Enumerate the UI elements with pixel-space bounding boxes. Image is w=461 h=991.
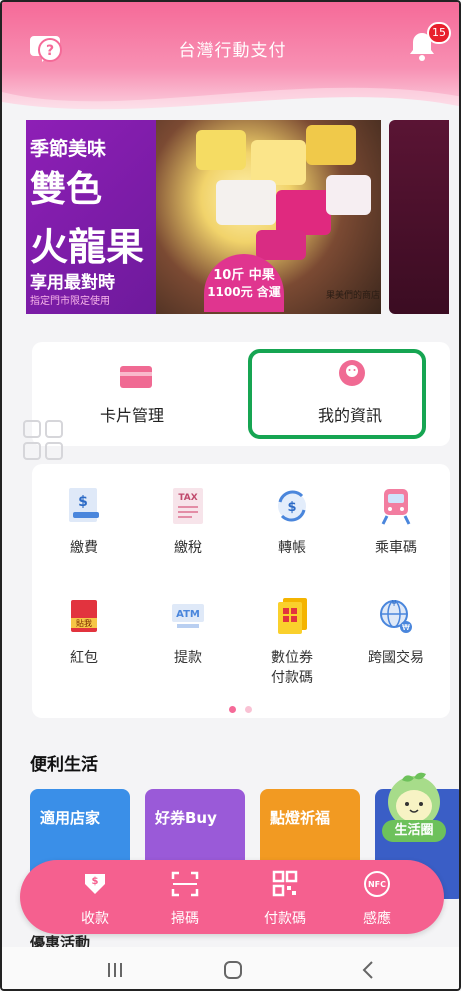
action-label: 付款碼 bbox=[264, 911, 306, 927]
receive-icon: $ bbox=[85, 874, 105, 894]
svg-text:TAX: TAX bbox=[178, 493, 197, 503]
banner-text-panel: 季節美味 雙色 火龍果 享用最對時 指定門市限定使用 bbox=[26, 120, 156, 314]
back-icon[interactable] bbox=[354, 957, 384, 983]
system-nav-bar bbox=[2, 947, 459, 989]
credit-card-icon bbox=[120, 366, 152, 388]
action-scan[interactable]: 掃碼 bbox=[140, 870, 230, 928]
action-pay-code[interactable]: 付款碼 bbox=[240, 870, 330, 928]
header-wave bbox=[2, 87, 459, 117]
page-dot-active bbox=[229, 706, 236, 713]
service-transit-code[interactable]: 乘車碼 bbox=[344, 486, 448, 558]
service-label: 紅包 bbox=[70, 650, 98, 666]
service-tax-payment[interactable]: TAX 繳稅 bbox=[136, 486, 240, 558]
price-line-2: 1100元 含運 bbox=[207, 285, 281, 299]
svg-text:$: $ bbox=[287, 500, 296, 515]
coupon-icon bbox=[278, 598, 307, 634]
page-title: 台灣行動支付 bbox=[178, 41, 287, 61]
mascot-label[interactable]: 生活圈 bbox=[382, 820, 446, 842]
fruit-piece bbox=[276, 190, 331, 235]
home-icon[interactable] bbox=[218, 957, 248, 983]
qr-code-icon bbox=[272, 870, 298, 897]
svg-text:$: $ bbox=[92, 876, 99, 887]
promo-label: 點燈祈福 bbox=[270, 809, 331, 827]
fruit-piece bbox=[256, 230, 306, 260]
service-withdrawal[interactable]: ATM 提款 bbox=[136, 596, 240, 668]
action-label: 掃碼 bbox=[171, 911, 199, 927]
fruit-piece bbox=[216, 180, 276, 225]
promo-banner[interactable]: 季節美味 雙色 火龍果 享用最對時 指定門市限定使用 10斤 中果 1100元 … bbox=[26, 120, 381, 314]
shop-logo: 果美們的商店 bbox=[326, 291, 381, 301]
page-indicator bbox=[227, 698, 254, 717]
train-icon bbox=[381, 489, 411, 525]
banner-headline-2: 雙色 bbox=[30, 169, 103, 210]
service-label: 轉帳 bbox=[278, 540, 306, 556]
tax-icon: TAX bbox=[173, 488, 203, 524]
banner-headline-3: 火龍果 bbox=[30, 225, 145, 269]
section-title-convenience: 便利生活 bbox=[30, 755, 98, 775]
service-label: 跨國交易 bbox=[368, 650, 424, 666]
atm-icon: ATM bbox=[172, 604, 204, 628]
service-digital-coupon[interactable]: 數位券 付款碼 bbox=[240, 596, 344, 688]
svg-text:貼我: 貼我 bbox=[76, 618, 92, 628]
price-line-1: 10斤 中果 bbox=[213, 268, 275, 283]
fruit-piece bbox=[251, 140, 306, 185]
payment-action-bar: $ 收款 掃碼 付款碼 NFC 感應 bbox=[20, 860, 444, 934]
svg-text:₩: ₩ bbox=[402, 623, 410, 632]
app-header: ? 台灣行動支付 15 bbox=[2, 2, 459, 117]
service-bill-payment[interactable]: $ 繳費 bbox=[32, 486, 136, 558]
promo-label: 好券Buy bbox=[155, 809, 217, 827]
svg-text:¥: ¥ bbox=[391, 599, 396, 608]
service-label: 數位券 付款碼 bbox=[271, 650, 313, 686]
action-nfc[interactable]: NFC 感應 bbox=[332, 870, 422, 928]
fruit-piece bbox=[306, 125, 356, 165]
svg-text:$: $ bbox=[78, 494, 88, 510]
highlight-box bbox=[248, 349, 426, 439]
fruit-piece bbox=[196, 130, 246, 170]
red-envelope-icon: 貼我 bbox=[71, 600, 97, 632]
service-transfer[interactable]: $ 轉帳 bbox=[240, 486, 344, 558]
action-receive[interactable]: $ 收款 bbox=[50, 870, 140, 928]
banner-headline-1: 季節美味 bbox=[30, 138, 107, 160]
phone-screen: ? 台灣行動支付 15 季節美味 雙色 火龍果 享用最對時 指定門市限定使用 1… bbox=[0, 0, 461, 991]
fruit-piece bbox=[326, 175, 371, 215]
banner-subtext: 指定門市限定使用 bbox=[30, 296, 110, 307]
recent-apps-icon[interactable] bbox=[100, 957, 130, 983]
service-label: 乘車碼 bbox=[375, 540, 417, 556]
grid-handle-icon[interactable] bbox=[20, 417, 66, 463]
globe-icon: ¥ ₩ bbox=[380, 599, 412, 633]
action-label: 感應 bbox=[363, 911, 391, 927]
action-label: 收款 bbox=[81, 911, 109, 927]
transfer-icon: $ bbox=[278, 490, 306, 522]
scan-icon bbox=[171, 871, 199, 897]
bill-icon: $ bbox=[69, 488, 99, 522]
svg-text:NFC: NFC bbox=[368, 880, 386, 889]
service-label: 繳費 bbox=[70, 540, 98, 556]
nfc-icon: NFC bbox=[364, 871, 390, 897]
promo-label: 適用店家 bbox=[40, 809, 101, 827]
services-grid: $ 繳費 TAX 繳稅 $ 轉帳 乘車碼 貼我 紅包 ATM 提款 數位券 付款… bbox=[32, 464, 450, 718]
service-red-envelope[interactable]: 貼我 紅包 bbox=[32, 596, 136, 668]
page-dot bbox=[245, 706, 253, 713]
service-cross-border[interactable]: ¥ ₩ 跨國交易 bbox=[344, 596, 448, 668]
next-banner-peek[interactable] bbox=[389, 120, 449, 314]
service-label: 提款 bbox=[174, 650, 202, 666]
notification-badge: 15 bbox=[427, 22, 451, 44]
svg-text:ATM: ATM bbox=[176, 609, 200, 620]
service-label: 繳稅 bbox=[174, 540, 202, 556]
banner-headline-4: 享用最對時 bbox=[30, 273, 115, 293]
